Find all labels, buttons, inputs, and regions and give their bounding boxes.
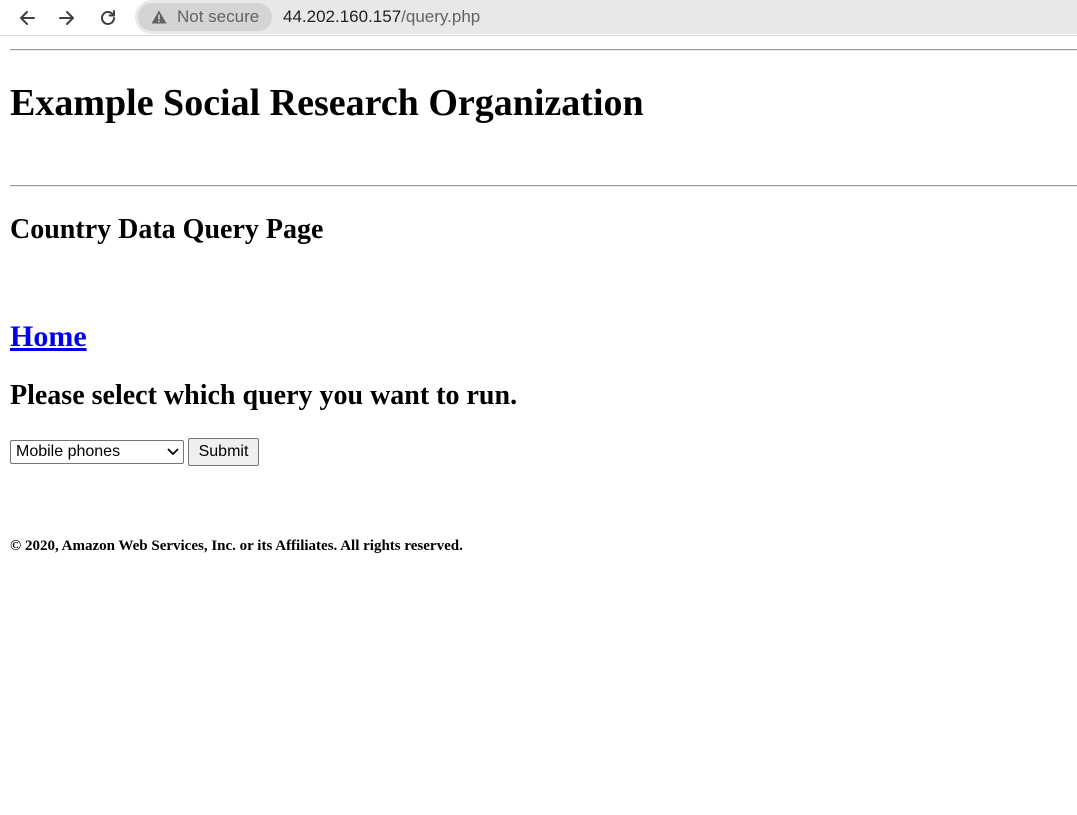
browser-toolbar: Not secure 44.202.160.157/query.php	[0, 0, 1077, 36]
query-select-value: Mobile phones	[16, 443, 121, 460]
chevron-down-icon	[167, 448, 179, 456]
copyright-footer: © 2020, Amazon Web Services, Inc. or its…	[10, 538, 463, 554]
page-title: Country Data Query Page	[10, 214, 324, 245]
home-link[interactable]: Home	[10, 319, 87, 355]
url-host: 44.202.160.157	[283, 7, 402, 26]
address-bar[interactable]: Not secure 44.202.160.157/query.php	[135, 0, 1077, 34]
url-path: /query.php	[401, 7, 481, 26]
url-text[interactable]: 44.202.160.157/query.php	[283, 6, 480, 28]
reload-icon[interactable]	[94, 4, 122, 32]
security-indicator[interactable]: Not secure	[138, 3, 272, 31]
forward-icon[interactable]	[53, 4, 81, 32]
submit-button[interactable]: Submit	[188, 438, 259, 466]
warning-icon	[151, 10, 167, 24]
query-prompt: Please select which query you want to ru…	[10, 380, 518, 411]
security-label: Not secure	[177, 7, 260, 26]
back-icon[interactable]	[13, 4, 41, 32]
top-divider	[10, 49, 1077, 51]
query-select[interactable]: Mobile phones	[10, 440, 184, 464]
header-divider	[10, 185, 1077, 187]
organization-title: Example Social Research Organization	[10, 82, 644, 124]
